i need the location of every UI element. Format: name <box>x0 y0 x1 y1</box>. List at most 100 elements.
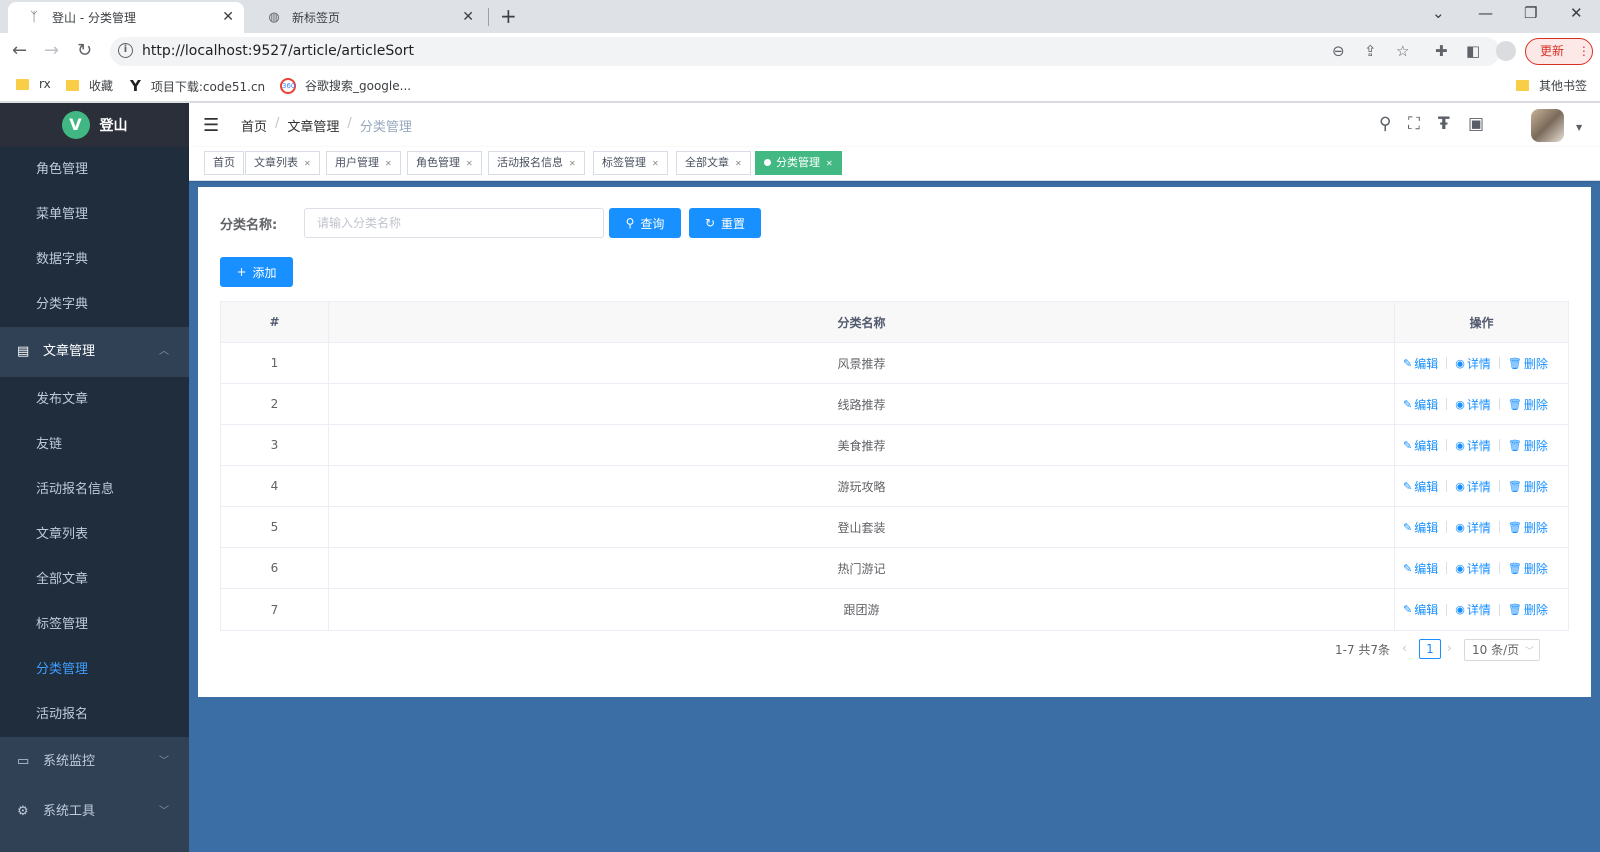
bookmark-folder[interactable]: 收藏 <box>66 77 113 94</box>
close-icon[interactable]: ✕ <box>569 159 576 168</box>
font-size-icon[interactable]: Ŧ <box>1438 114 1450 134</box>
prev-page-icon[interactable]: ‹ <box>1402 641 1407 655</box>
sidebar-group-article[interactable]: ▤ 文章管理 ︿ <box>0 327 189 377</box>
edit-button[interactable]: ✎ 编辑 <box>1403 437 1438 454</box>
edit-button[interactable]: ✎ 编辑 <box>1403 519 1438 536</box>
detail-button[interactable]: ◉ 详情 <box>1455 519 1491 536</box>
hamburger-icon[interactable]: ☰ <box>203 115 219 136</box>
close-icon[interactable]: ✕ <box>652 159 659 168</box>
close-icon[interactable]: ✕ <box>462 9 474 25</box>
sidebar-item-links[interactable]: 友链 <box>0 422 189 467</box>
edit-button[interactable]: ✎ 编辑 <box>1403 601 1438 618</box>
browser-tab[interactable]: ◍ 新标签页 ✕ <box>248 2 484 33</box>
other-bookmarks[interactable]: 其他书签 <box>1516 77 1587 94</box>
edit-button[interactable]: ✎ 编辑 <box>1403 355 1438 372</box>
browser-tab-active[interactable]: ᛉ 登山 - 分类管理 ✕ <box>8 2 244 33</box>
forward-icon[interactable]: → <box>44 40 59 61</box>
share-icon[interactable]: ⇪ <box>1364 42 1377 60</box>
close-icon[interactable]: ✕ <box>826 159 833 168</box>
divider <box>1498 357 1500 369</box>
close-icon[interactable]: ✕ <box>466 159 473 168</box>
breadcrumb: 首页 / 文章管理 / 分类管理 <box>241 116 412 135</box>
sidebar-item-role[interactable]: 角色管理 <box>0 147 189 192</box>
sidebar-group-tools[interactable]: ⚙ 系统工具 ﹀ <box>0 787 189 837</box>
restore-icon[interactable]: ❐ <box>1524 4 1537 22</box>
browser-toolbar: ← → ↻ i http://localhost:9527/article/ar… <box>0 33 1600 70</box>
sidebar-group-monitor[interactable]: ▭ 系统监控 ﹀ <box>0 737 189 787</box>
folder-icon <box>66 80 79 91</box>
delete-button[interactable]: 🗑 删除 <box>1508 478 1548 495</box>
delete-button[interactable]: 🗑 删除 <box>1508 355 1548 372</box>
breadcrumb-article[interactable]: 文章管理 <box>287 116 339 135</box>
tag-home[interactable]: 首页 <box>204 151 244 175</box>
page-number-current[interactable]: 1 <box>1419 639 1441 659</box>
close-icon[interactable]: ✕ <box>222 9 234 25</box>
reload-icon[interactable]: ↻ <box>77 40 92 61</box>
category-name-input[interactable] <box>304 208 604 238</box>
zoom-icon[interactable]: ⊖ <box>1332 42 1345 60</box>
page-size-select[interactable]: 10 条/页 ﹀ <box>1464 639 1540 661</box>
detail-button[interactable]: ◉ 详情 <box>1455 601 1491 618</box>
star-icon[interactable]: ☆ <box>1396 42 1409 60</box>
sidebar-item-dict[interactable]: 数据字典 <box>0 237 189 282</box>
sidebar-item-menu[interactable]: 菜单管理 <box>0 192 189 237</box>
tag-user[interactable]: 用户管理 ✕ <box>326 151 401 175</box>
sidebar-item-article-list[interactable]: 文章列表 <box>0 512 189 557</box>
fullscreen-icon[interactable]: ⛶ <box>1408 114 1420 134</box>
sidebar-item-all-articles[interactable]: 全部文章 <box>0 557 189 602</box>
update-button[interactable]: 更新 ⋮ <box>1525 38 1593 65</box>
new-tab-icon[interactable]: + <box>500 4 517 28</box>
breadcrumb-home[interactable]: 首页 <box>241 116 267 135</box>
detail-button[interactable]: ◉ 详情 <box>1455 437 1491 454</box>
close-icon[interactable]: ✕ <box>304 159 311 168</box>
query-button[interactable]: ⚲ 查询 <box>609 208 681 238</box>
address-bar[interactable]: i http://localhost:9527/article/articleS… <box>110 37 1500 66</box>
window-close-icon[interactable]: ✕ <box>1570 4 1583 22</box>
detail-button[interactable]: ◉ 详情 <box>1455 560 1491 577</box>
delete-button[interactable]: 🗑 删除 <box>1508 560 1548 577</box>
url-text[interactable]: http://localhost:9527/article/articleSor… <box>142 43 414 59</box>
detail-button[interactable]: ◉ 详情 <box>1455 355 1491 372</box>
edit-button[interactable]: ✎ 编辑 <box>1403 396 1438 413</box>
close-icon[interactable]: ✕ <box>385 159 392 168</box>
avatar[interactable] <box>1531 109 1564 142</box>
sidebar-item-signup-info[interactable]: 活动报名信息 <box>0 467 189 512</box>
tag-signup-info[interactable]: 活动报名信息 ✕ <box>488 151 585 175</box>
tab-search-icon[interactable]: ⌄ <box>1432 4 1445 22</box>
translate-icon[interactable]: ▣ <box>1468 114 1484 134</box>
reset-button[interactable]: ↻ 重置 <box>689 208 761 238</box>
back-icon[interactable]: ← <box>12 40 27 61</box>
info-icon[interactable]: i <box>118 43 133 58</box>
search-icon[interactable]: ⚲ <box>1379 114 1391 134</box>
tag-tags[interactable]: 标签管理 ✕ <box>593 151 668 175</box>
sidebar-item-category-dict[interactable]: 分类字典 <box>0 282 189 327</box>
tag-article-list[interactable]: 文章列表 ✕ <box>245 151 320 175</box>
sidebar-item-publish[interactable]: 发布文章 <box>0 377 189 422</box>
profile-icon[interactable] <box>1496 41 1516 61</box>
add-button[interactable]: + 添加 <box>220 257 293 287</box>
side-panel-icon[interactable]: ◧ <box>1466 42 1480 60</box>
bookmark-link[interactable]: Y 项目下载:code51.cn <box>130 77 265 95</box>
caret-down-icon[interactable]: ▼ <box>1576 123 1582 132</box>
delete-button[interactable]: 🗑 删除 <box>1508 601 1548 618</box>
sidebar-item-signup[interactable]: 活动报名 <box>0 692 189 737</box>
detail-button[interactable]: ◉ 详情 <box>1455 478 1491 495</box>
sidebar-item-tags[interactable]: 标签管理 <box>0 602 189 647</box>
bookmark-link[interactable]: 360 谷歌搜索_google... <box>280 77 411 94</box>
edit-button[interactable]: ✎ 编辑 <box>1403 560 1438 577</box>
tag-all-articles[interactable]: 全部文章 ✕ <box>676 151 751 175</box>
delete-button[interactable]: 🗑 删除 <box>1508 437 1548 454</box>
next-page-icon[interactable]: › <box>1447 641 1452 655</box>
detail-button[interactable]: ◉ 详情 <box>1455 396 1491 413</box>
tag-category-active[interactable]: 分类管理 ✕ <box>755 151 842 175</box>
delete-button[interactable]: 🗑 删除 <box>1508 396 1548 413</box>
sidebar-logo[interactable]: V 登山 <box>0 103 189 147</box>
minimize-icon[interactable]: — <box>1478 4 1493 22</box>
close-icon[interactable]: ✕ <box>735 159 742 168</box>
bookmark-folder[interactable]: rx <box>16 77 51 91</box>
edit-button[interactable]: ✎ 编辑 <box>1403 478 1438 495</box>
delete-button[interactable]: 🗑 删除 <box>1508 519 1548 536</box>
tag-role[interactable]: 角色管理 ✕ <box>407 151 482 175</box>
sidebar-item-category[interactable]: 分类管理 <box>0 647 189 692</box>
extensions-icon[interactable]: ✚ <box>1435 42 1448 60</box>
